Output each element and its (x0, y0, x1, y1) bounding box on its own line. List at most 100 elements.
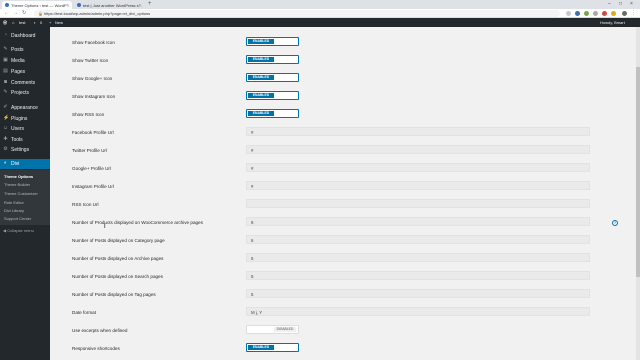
comments-count[interactable]: 0 (40, 20, 42, 25)
option-label: Facebook Profile Url (72, 130, 114, 135)
wordpress-favicon-icon (5, 3, 9, 7)
wordpress-logo-icon[interactable]: Ⓦ (3, 20, 7, 26)
category-posts-count-field[interactable] (246, 235, 590, 244)
archive-posts-count-field[interactable] (246, 253, 590, 262)
admin-sidebar: ◔ Dashboard ✎ Posts ▣ Media ▤ Pages ◙ Co… (0, 27, 50, 360)
option-label: Show Google+ Icon (72, 76, 113, 81)
maximize-icon[interactable]: □ (619, 1, 622, 7)
twitter-url-field[interactable] (246, 145, 590, 154)
dashboard-icon: ◔ (3, 32, 8, 38)
comments-icon[interactable]: ▪ (34, 20, 35, 25)
submenu-support-center[interactable]: Support Center (4, 216, 31, 221)
wp-admin-bar: Ⓦ ⌂ test ▪ 0 + New Howdy, Bmart (0, 18, 640, 27)
toggle-state: ENABLED (248, 75, 274, 80)
submenu-role-editor[interactable]: Role Editor (4, 200, 24, 205)
divi-icon: ◐ (3, 160, 8, 166)
sidebar-item-pages[interactable]: ▤ Pages (0, 67, 50, 77)
scrollbar-thumb[interactable] (636, 67, 640, 277)
sidebar-item-settings[interactable]: ⚙ Settings (0, 145, 50, 155)
sidebar-item-comments[interactable]: ◙ Comments (0, 78, 50, 88)
browser-tab-theme-options[interactable]: Theme Options ‹ test — WordP… × (2, 1, 72, 9)
browser-tab-site[interactable]: test | Just another WordPress s… × (74, 1, 144, 9)
option-label: Number of Posts displayed on Archive pag… (72, 256, 164, 261)
page-scrollbar[interactable] (636, 27, 640, 360)
submenu-theme-options[interactable]: Theme Options (4, 174, 33, 179)
sidebar-item-tools[interactable]: ✚ Tools (0, 135, 50, 145)
search-posts-count-field[interactable] (246, 271, 590, 280)
instagram-icon-toggle[interactable]: ENABLED (246, 91, 299, 100)
sidebar-item-users[interactable]: ☺ Users (0, 124, 50, 134)
facebook-icon-toggle[interactable]: ENABLED (246, 37, 299, 46)
rss-icon-toggle[interactable]: ENABLED (246, 109, 299, 118)
close-tab-icon[interactable]: × (67, 2, 69, 7)
sidebar-item-posts[interactable]: ✎ Posts (0, 45, 50, 55)
sidebar-item-label: Posts (11, 47, 24, 53)
google-plus-icon-toggle[interactable]: ENABLED (246, 73, 299, 82)
instagram-url-field[interactable] (246, 181, 590, 190)
tag-posts-count-field[interactable] (246, 289, 590, 298)
new-content-link[interactable]: New (55, 20, 63, 25)
sidebar-item-plugins[interactable]: ⚡ Plugins (0, 114, 50, 124)
reload-icon[interactable]: ↻ (22, 10, 26, 16)
sidebar-item-label: Plugins (11, 116, 28, 122)
submenu-theme-customizer[interactable]: Theme Customizer (4, 191, 38, 196)
submenu-divi-library[interactable]: Divi Library (4, 208, 24, 213)
excerpts-toggle[interactable]: DISABLED (246, 325, 299, 334)
howdy-user-link[interactable]: Howdy, Bmart (600, 20, 625, 25)
close-window-icon[interactable]: × (630, 1, 633, 7)
option-label: Show Twitter Icon (72, 58, 109, 63)
date-format-field[interactable] (246, 307, 590, 316)
sidebar-item-dashboard[interactable]: ◔ Dashboard (0, 31, 50, 41)
extension-icon[interactable] (611, 11, 616, 16)
collapse-menu-button[interactable]: ◀ Collapse menu (3, 228, 34, 233)
woocommerce-products-count-field[interactable] (246, 217, 590, 226)
rss-url-field[interactable] (246, 199, 590, 208)
site-name-link[interactable]: test (19, 20, 25, 25)
settings-icon: ⚙ (3, 146, 8, 152)
option-label: Use excerpts when defined (72, 328, 128, 333)
plus-icon[interactable]: + (49, 20, 51, 25)
home-icon[interactable]: ⌂ (12, 20, 14, 25)
close-tab-icon[interactable]: × (139, 2, 141, 7)
twitter-icon-toggle[interactable]: ENABLED (246, 55, 299, 64)
extension-icon[interactable] (584, 11, 589, 16)
page-icon: ▤ (3, 68, 8, 74)
minimize-icon[interactable]: – (608, 1, 611, 7)
theme-options-panel: Show Facebook Icon ENABLED Show Twitter … (50, 27, 640, 360)
option-label: Number of Posts displayed on Search page… (72, 274, 163, 279)
toggle-state: ENABLED (248, 57, 274, 62)
sidebar-item-label: Dashboard (11, 33, 36, 39)
facebook-url-field[interactable] (246, 127, 590, 136)
pin-icon: ✎ (3, 46, 8, 52)
extension-icon[interactable] (593, 11, 598, 16)
tab-title: test | Just another WordPress s… (83, 3, 143, 8)
sidebar-item-projects[interactable]: ✎ Projects (0, 88, 50, 98)
extension-icon[interactable] (575, 11, 580, 16)
toggle-state: ENABLED (248, 345, 274, 350)
submenu-theme-builder[interactable]: Theme Builder (4, 182, 30, 187)
menu-dots-icon[interactable]: ⋮ (631, 10, 636, 16)
back-icon[interactable]: ← (4, 10, 9, 16)
google-plus-url-field[interactable] (246, 163, 590, 172)
help-icon[interactable]: ? (612, 220, 618, 226)
projects-icon: ✎ (3, 89, 8, 95)
sidebar-item-label: Pages (11, 69, 26, 75)
sidebar-item-label: Projects (11, 90, 30, 96)
address-url: https://test.local/wp-admin/admin.php?pa… (44, 11, 151, 16)
sidebar-item-divi[interactable]: ◐ Divi (0, 159, 50, 169)
responsive-shortcodes-toggle[interactable]: ENABLED (246, 343, 299, 352)
toggle-state: ENABLED (248, 39, 274, 44)
sidebar-item-label: Divi (11, 161, 20, 167)
toggle-state: ENABLED (248, 111, 274, 116)
plugin-icon: ⚡ (3, 115, 10, 121)
extension-icon[interactable] (602, 11, 607, 16)
sidebar-item-appearance[interactable]: ✐ Appearance (0, 103, 50, 113)
sidebar-item-media[interactable]: ▣ Media (0, 56, 50, 66)
media-icon: ▣ (3, 57, 8, 63)
forward-icon[interactable]: → (13, 10, 18, 16)
star-icon[interactable] (566, 11, 571, 16)
address-bar[interactable]: 🔒 https://test.local/wp-admin/admin.php?… (34, 10, 560, 17)
new-tab-icon[interactable]: + (148, 1, 152, 7)
profile-avatar-icon[interactable] (622, 11, 627, 16)
option-label: Date format (72, 310, 96, 315)
